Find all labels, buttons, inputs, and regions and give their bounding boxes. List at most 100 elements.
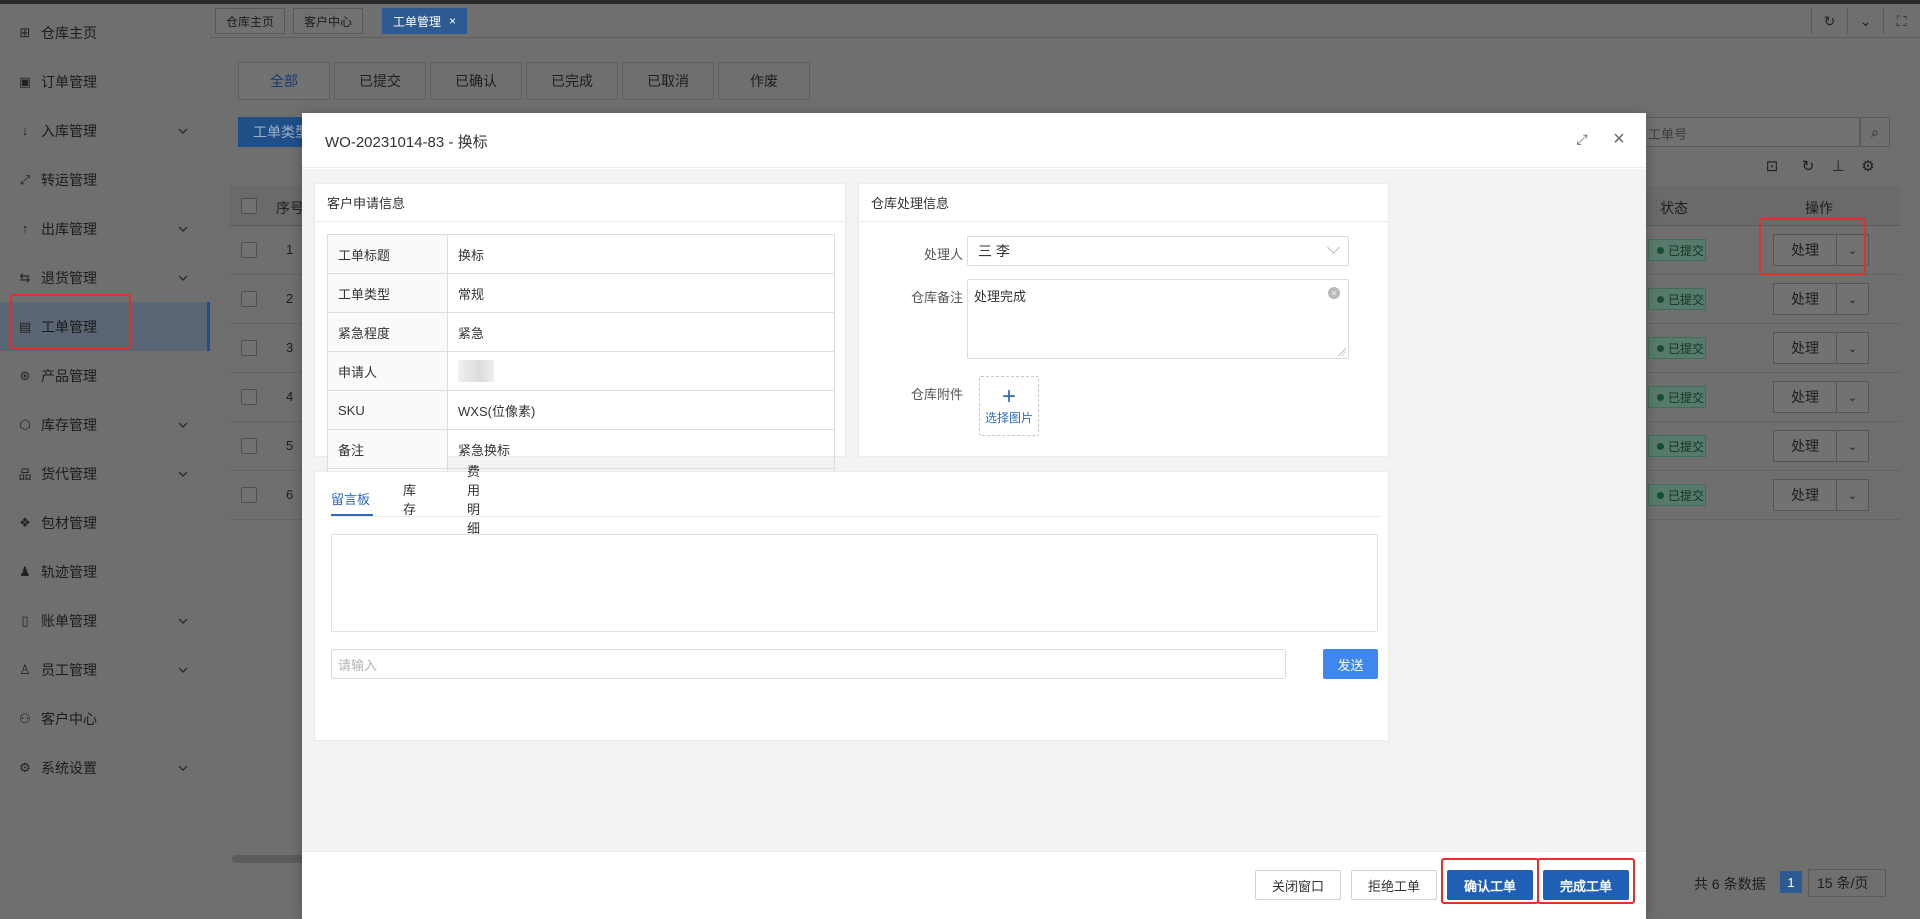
- chevron-down-icon[interactable]: ⌄: [1837, 480, 1868, 510]
- refresh-icon[interactable]: ↻: [1798, 156, 1818, 176]
- sidebar-item[interactable]: ⊛ 产品管理: [0, 351, 210, 400]
- panel-title: 仓库处理信息: [859, 184, 1388, 222]
- gear-icon[interactable]: ⚙: [1858, 156, 1878, 176]
- clear-icon[interactable]: ×: [1328, 287, 1340, 299]
- warehouse-note-textarea[interactable]: 处理完成 ×: [967, 279, 1349, 359]
- message-input[interactable]: 请输入: [331, 649, 1286, 679]
- product-icon: ⊛: [19, 367, 31, 383]
- row-checkbox[interactable]: [241, 389, 257, 405]
- sidebar-item-label: 轨迹管理: [41, 563, 97, 580]
- chevron-down-icon[interactable]: ⌄: [1837, 431, 1868, 461]
- tab-bar: 仓库主页 客户中心 工单管理 × ↻ ⌄ ⛶: [210, 4, 1920, 38]
- note-value: 处理完成: [974, 289, 1027, 304]
- resize-handle-icon[interactable]: [1338, 348, 1346, 356]
- page-size-select[interactable]: 15 条/页: [1808, 869, 1886, 897]
- process-label[interactable]: 处理: [1774, 431, 1837, 461]
- row-checkbox[interactable]: [241, 340, 257, 356]
- status-badge: 已提交: [1648, 435, 1706, 457]
- modal-body: 客户申请信息 工单标题 换标 工单类型 常规 紧急程度 紧急 申请人 SKU WXS(位像素) 备…: [302, 169, 1646, 851]
- bell-icon: ♟: [19, 563, 31, 579]
- sidebar-item[interactable]: ⚇ 客户中心: [0, 694, 210, 743]
- filter-tab[interactable]: 作废: [718, 62, 810, 100]
- sidebar-item[interactable]: ♟ 轨迹管理: [0, 547, 210, 596]
- status-text: 已提交: [1668, 341, 1705, 356]
- page-number[interactable]: 1: [1780, 871, 1802, 893]
- chevron-down-icon[interactable]: ⌄: [1837, 333, 1868, 363]
- sidebar-item[interactable]: ↑ 出库管理: [0, 204, 210, 253]
- sidebar-item[interactable]: ⚙ 系统设置: [0, 743, 210, 792]
- upload-image-button[interactable]: + 选择图片: [979, 376, 1039, 436]
- sidebar-item[interactable]: ▯ 账单管理: [0, 596, 210, 645]
- sidebar-item[interactable]: ▣ 订单管理: [0, 57, 210, 106]
- horizontal-scrollbar[interactable]: [232, 855, 312, 863]
- handler-select[interactable]: 三 李: [967, 236, 1349, 266]
- process-button[interactable]: 处理 ⌄: [1773, 430, 1869, 462]
- filter-tab[interactable]: 已取消: [622, 62, 714, 100]
- row-index: 6: [286, 487, 294, 502]
- chevron-down-icon: [178, 270, 188, 281]
- tab-work-order[interactable]: 工单管理 ×: [382, 8, 468, 34]
- bill-icon: ▯: [21, 612, 29, 628]
- close-window-button[interactable]: 关闭窗口: [1255, 870, 1341, 900]
- sidebar-item[interactable]: 品货代管理: [0, 449, 210, 498]
- select-all-checkbox[interactable]: [241, 198, 257, 214]
- filter-tab[interactable]: 全部: [238, 62, 330, 100]
- close-icon[interactable]: ×: [1609, 129, 1629, 149]
- row-checkbox[interactable]: [241, 487, 257, 503]
- row-index: 5: [286, 438, 294, 453]
- column-height-icon[interactable]: ⊥: [1828, 156, 1848, 176]
- process-button[interactable]: 处理 ⌄: [1773, 283, 1869, 315]
- tab-customer-center[interactable]: 客户中心: [293, 8, 364, 34]
- row-checkbox[interactable]: [241, 291, 257, 307]
- status-badge: 已提交: [1648, 484, 1706, 506]
- tab-label: 库存: [403, 483, 417, 517]
- sidebar-item[interactable]: ⊞ 仓库主页: [0, 8, 210, 57]
- send-button[interactable]: 发送: [1323, 649, 1378, 679]
- info-key: 紧急程度: [327, 312, 448, 352]
- status-dot: [1657, 491, 1664, 499]
- customer-info-panel: 客户申请信息 工单标题 换标 工单类型 常规 紧急程度 紧急 申请人 SKU WXS(位像素) 备…: [314, 183, 846, 508]
- refresh-icon[interactable]: ↻: [1811, 8, 1847, 34]
- export-icon[interactable]: ⊡: [1762, 156, 1782, 176]
- sidebar-item[interactable]: ♙ 员工管理: [0, 645, 210, 694]
- sidebar-item-label: 入库管理: [41, 122, 97, 139]
- header-index: 序号: [276, 200, 304, 216]
- process-label[interactable]: 处理: [1774, 382, 1837, 412]
- sidebar-item[interactable]: ⤢ 转运管理: [0, 155, 210, 204]
- fullscreen-icon[interactable]: ⛶: [1883, 8, 1919, 34]
- return-icon: ⇆: [19, 269, 31, 285]
- process-button[interactable]: 处理 ⌄: [1773, 332, 1869, 364]
- arrow-down-icon: ↓: [21, 123, 29, 138]
- tab-inventory[interactable]: 库存: [403, 482, 417, 517]
- process-label[interactable]: 处理: [1774, 284, 1837, 314]
- chevron-down-icon[interactable]: ⌄: [1837, 382, 1868, 412]
- tab-fee-details[interactable]: 费用明细: [467, 464, 480, 536]
- sidebar-item[interactable]: ↓ 入库管理: [0, 106, 210, 155]
- row-checkbox[interactable]: [241, 438, 257, 454]
- row-index: 4: [286, 389, 294, 404]
- status-text: 已提交: [1668, 439, 1705, 454]
- reject-order-button[interactable]: 拒绝工单: [1351, 870, 1437, 900]
- button-label: 拒绝工单: [1367, 878, 1420, 894]
- filter-tab[interactable]: 已确认: [430, 62, 522, 100]
- close-icon[interactable]: ×: [449, 14, 456, 28]
- process-button[interactable]: 处理 ⌄: [1773, 479, 1869, 511]
- row-checkbox[interactable]: [241, 242, 257, 258]
- sidebar-item[interactable]: ⬡ 库存管理: [0, 400, 210, 449]
- process-button[interactable]: 处理 ⌄: [1773, 381, 1869, 413]
- sidebar-item-label: 货代管理: [41, 465, 97, 482]
- tab-warehouse-home[interactable]: 仓库主页: [215, 8, 286, 34]
- tab-message-board[interactable]: 留言板: [331, 482, 373, 516]
- chevron-down-icon[interactable]: ⌄: [1847, 8, 1883, 34]
- sidebar-item[interactable]: ❖ 包材管理: [0, 498, 210, 547]
- maximize-icon[interactable]: ⤢: [1574, 131, 1590, 147]
- total-count: 共 6 条数据: [1694, 876, 1766, 892]
- chevron-down-icon[interactable]: ⌄: [1837, 284, 1868, 314]
- bottom-tabs-panel: 留言板 库存 费用明细 请输入 发送: [314, 464, 1389, 741]
- process-label[interactable]: 处理: [1774, 333, 1837, 363]
- filter-tab[interactable]: 已提交: [334, 62, 426, 100]
- search-icon[interactable]: ⌕: [1860, 117, 1890, 147]
- filter-tab[interactable]: 已完成: [526, 62, 618, 100]
- sidebar-item-label: 客户中心: [41, 710, 97, 727]
- process-label[interactable]: 处理: [1774, 480, 1837, 510]
